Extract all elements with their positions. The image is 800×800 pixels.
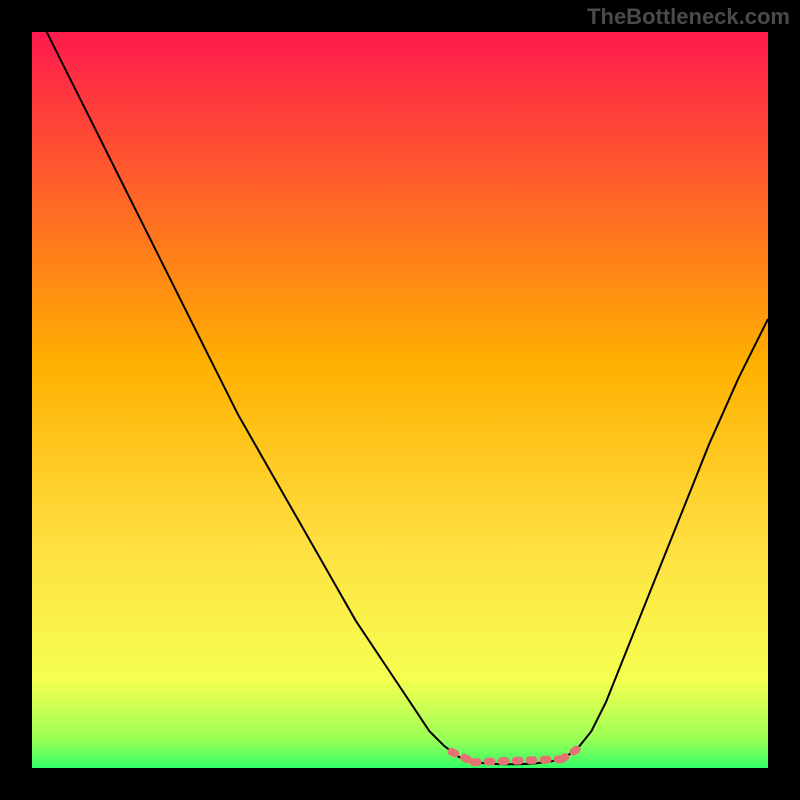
chart-background — [32, 32, 768, 768]
watermark-text: TheBottleneck.com — [587, 4, 790, 30]
bottleneck-chart — [32, 32, 768, 768]
highlight-segment — [474, 759, 562, 762]
chart-svg — [32, 32, 768, 768]
